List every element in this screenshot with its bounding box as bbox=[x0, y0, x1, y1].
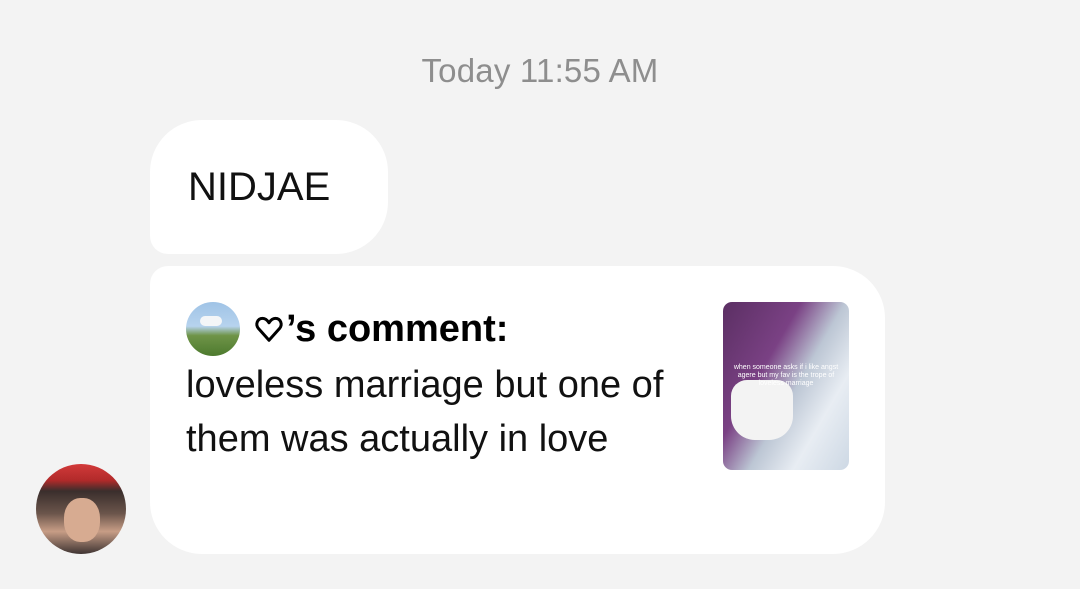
comment-title: ’s comment: bbox=[254, 308, 508, 351]
video-thumbnail[interactable]: when someone asks if i like angst agere … bbox=[723, 302, 849, 470]
message-text: NIDJAE bbox=[188, 164, 331, 209]
cloud-shape bbox=[200, 316, 222, 326]
commenter-avatar[interactable] bbox=[186, 302, 240, 356]
chat-thread: Today 11:55 AM NIDJAE ’s comment: lovele… bbox=[0, 0, 1080, 589]
message-timestamp: Today 11:55 AM bbox=[421, 52, 659, 89]
heart-outline-icon bbox=[255, 316, 283, 342]
mask-shape bbox=[731, 380, 793, 440]
sender-avatar[interactable] bbox=[36, 464, 126, 554]
face-shape bbox=[64, 498, 100, 542]
thumbnail-caption: when someone asks if i like angst agere … bbox=[733, 364, 839, 387]
comment-body: loveless marriage but one of them was ac… bbox=[186, 364, 664, 460]
comment-author-suffix: ’s comment: bbox=[286, 307, 509, 350]
comment-header: ’s comment: bbox=[186, 302, 508, 356]
shared-comment-bubble[interactable]: ’s comment: loveless marriage but one of… bbox=[150, 266, 885, 554]
message-bubble[interactable]: NIDJAE bbox=[150, 120, 388, 254]
